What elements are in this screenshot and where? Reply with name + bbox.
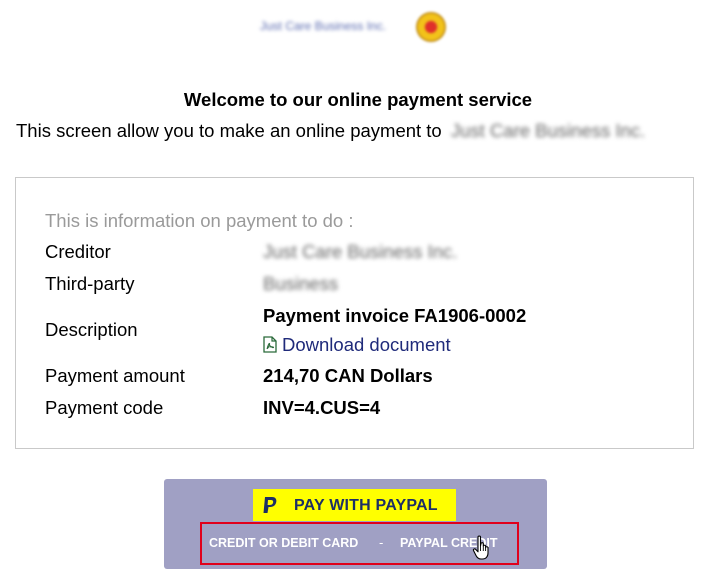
page-subtitle: This screen allow you to make an online …: [16, 119, 645, 143]
pdf-icon: [263, 336, 277, 353]
payment-amount-label: Payment amount: [45, 365, 185, 386]
pay-with-paypal-button[interactable]: PAY WITH PAYPAL: [253, 489, 456, 521]
company-logo: Just Care Business Inc.: [258, 10, 450, 46]
creditor-label: Creditor: [45, 241, 111, 262]
hand-pointer-icon: [472, 535, 489, 560]
payment-info-panel: This is information on payment to do : C…: [15, 177, 694, 449]
download-document-link[interactable]: Download document: [263, 334, 451, 356]
company-name: Just Care Business Inc.: [450, 120, 646, 141]
description-value: Payment invoice FA1906-0002: [263, 305, 527, 326]
link-separator: -: [379, 535, 384, 550]
payment-amount-value: 214,70 CAN Dollars: [263, 365, 433, 386]
pay-with-paypal-label: PAY WITH PAYPAL: [294, 497, 438, 514]
third-party-value: Business: [263, 273, 339, 294]
description-label: Description: [45, 319, 138, 340]
payment-options-panel: PAY WITH PAYPAL CREDIT OR DEBIT CARD - P…: [164, 479, 547, 569]
third-party-label: Third-party: [45, 273, 135, 294]
credit-or-debit-card-link[interactable]: CREDIT OR DEBIT CARD: [209, 536, 358, 550]
payment-info-heading: This is information on payment to do :: [45, 210, 354, 231]
creditor-value: Just Care Business Inc.: [263, 241, 458, 262]
paypal-logo-icon: [263, 497, 277, 513]
subtitle-text: This screen allow you to make an online …: [16, 120, 442, 141]
payment-code-value: INV=4.CUS=4: [263, 397, 381, 418]
company-logo-text: Just Care Business Inc.: [260, 19, 387, 33]
payment-code-label: Payment code: [45, 397, 164, 418]
download-document-label: Download document: [282, 334, 451, 355]
company-seal-icon: [416, 12, 446, 42]
page-title: Welcome to our online payment service: [183, 89, 533, 110]
